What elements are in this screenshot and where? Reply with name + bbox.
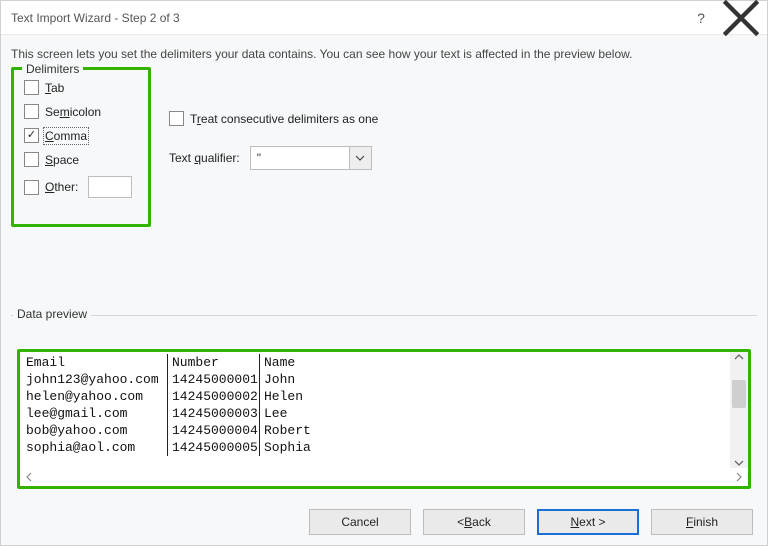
step-description: This screen lets you set the delimiters … <box>1 35 767 67</box>
chevron-up-icon <box>734 352 744 362</box>
delimiter-tab-label: Tab <box>45 81 64 95</box>
table-row: bob@yahoo.com 14245000004 Robert <box>26 422 724 439</box>
scrollbar-thumb[interactable] <box>732 380 746 408</box>
close-button[interactable] <box>721 4 761 32</box>
data-preview-grid: Email Number Name john123@yahoo.com 1424… <box>20 352 730 468</box>
treat-consecutive-checkbox[interactable] <box>169 111 184 126</box>
delimiter-tab-checkbox[interactable] <box>24 80 39 95</box>
delimiter-space-label: Space <box>45 153 79 167</box>
delimiter-other-checkbox[interactable] <box>24 180 39 195</box>
delimiters-legend: Delimiters <box>22 62 83 76</box>
additional-options: Treat consecutive delimiters as one Text… <box>169 111 378 170</box>
header-number: Number <box>168 354 260 371</box>
delimiter-semicolon-label: Semicolon <box>45 105 101 119</box>
text-qualifier-label: Text qualifier: <box>169 151 240 165</box>
delimiter-other-row[interactable]: Other: <box>24 176 142 198</box>
table-row: lee@gmail.com 14245000003 Lee <box>26 405 724 422</box>
vertical-scrollbar[interactable] <box>730 352 748 468</box>
chevron-down-icon <box>734 458 744 468</box>
table-row: sophia@aol.com 14245000005 Sophia <box>26 439 724 456</box>
horizontal-scrollbar[interactable] <box>20 468 748 486</box>
text-qualifier-dropdown-button[interactable] <box>350 146 372 170</box>
delimiters-group: Delimiters Tab Semicolon ✓ Comma Space <box>11 67 151 227</box>
close-icon <box>721 0 761 38</box>
delimiter-comma-checkbox[interactable]: ✓ <box>24 128 39 143</box>
table-row: john123@yahoo.com 14245000001 John <box>26 371 724 388</box>
scroll-down-button[interactable] <box>734 458 744 468</box>
scroll-up-button[interactable] <box>734 352 744 362</box>
chevron-down-icon <box>355 153 365 163</box>
text-qualifier-row: Text qualifier: " <box>169 146 378 170</box>
table-header-row: Email Number Name <box>26 354 724 371</box>
finish-button[interactable]: Finish <box>651 509 753 535</box>
text-qualifier-combo[interactable]: " <box>250 146 372 170</box>
back-button[interactable]: < Back <box>423 509 525 535</box>
next-button[interactable]: Next > <box>537 509 639 535</box>
chevron-left-icon <box>24 472 34 482</box>
scroll-left-button[interactable] <box>24 472 34 482</box>
delimiter-space-row[interactable]: Space <box>24 152 142 167</box>
table-row: helen@yahoo.com 14245000002 Helen <box>26 388 724 405</box>
cancel-button[interactable]: Cancel <box>309 509 411 535</box>
button-bar: Cancel < Back Next > Finish <box>309 509 753 535</box>
scroll-right-button[interactable] <box>734 472 744 482</box>
text-qualifier-value[interactable]: " <box>250 146 350 170</box>
chevron-right-icon <box>734 472 744 482</box>
text-import-wizard-dialog: Text Import Wizard - Step 2 of 3 ? This … <box>0 0 768 546</box>
delimiter-other-label: Other: <box>45 180 78 194</box>
data-preview-legend: Data preview <box>13 307 91 321</box>
treat-consecutive-label: Treat consecutive delimiters as one <box>190 112 378 126</box>
dialog-title: Text Import Wizard - Step 2 of 3 <box>11 11 681 25</box>
title-bar: Text Import Wizard - Step 2 of 3 ? <box>1 1 767 35</box>
delimiter-comma-label: Comma <box>45 129 87 143</box>
delimiter-semicolon-checkbox[interactable] <box>24 104 39 119</box>
main-area: Delimiters Tab Semicolon ✓ Comma Space <box>1 67 767 71</box>
help-button[interactable]: ? <box>681 4 721 32</box>
delimiter-comma-row[interactable]: ✓ Comma <box>24 128 142 143</box>
delimiter-semicolon-row[interactable]: Semicolon <box>24 104 142 119</box>
data-preview-box: Email Number Name john123@yahoo.com 1424… <box>17 349 751 489</box>
delimiter-other-input[interactable] <box>88 176 132 198</box>
header-name: Name <box>260 354 295 371</box>
check-icon: ✓ <box>27 130 36 141</box>
delimiter-tab-row[interactable]: Tab <box>24 80 142 95</box>
delimiter-space-checkbox[interactable] <box>24 152 39 167</box>
treat-consecutive-row[interactable]: Treat consecutive delimiters as one <box>169 111 378 126</box>
header-email: Email <box>26 354 168 371</box>
